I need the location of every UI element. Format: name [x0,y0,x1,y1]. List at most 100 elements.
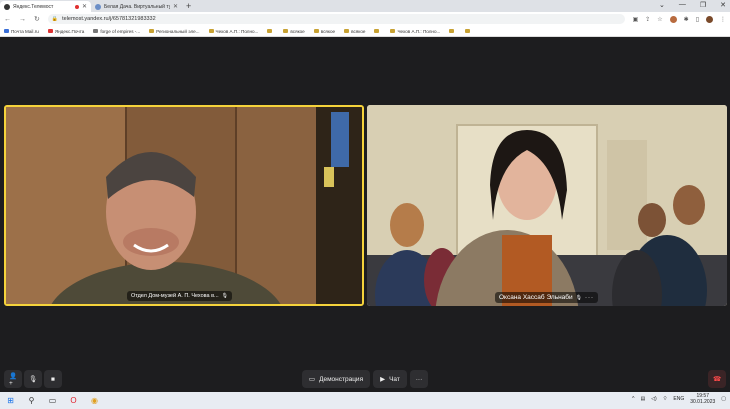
globe-favicon-icon [95,3,101,10]
participant-video-frame [367,105,727,306]
add-user-icon: 👤+ [8,372,18,387]
tab-telemost[interactable]: Яндекс.Телемост ✕ [0,1,91,12]
phone-hangup-icon: ☎ [712,376,722,383]
microphone-icon: 🎙 [221,293,228,299]
bookmark-item[interactable]: всякое [313,29,335,34]
language-indicator[interactable]: ENG [673,396,684,402]
chat-label: Чат [389,375,400,383]
forward-arrow-icon[interactable]: → [19,16,26,23]
mail-icon [4,29,9,33]
microphone-icon: 🎙 [575,294,582,301]
folder-icon [374,29,380,33]
bookmark-item[interactable] [449,29,456,33]
puzzle-icon[interactable]: ✱ [684,16,689,23]
clock[interactable]: 19:57 30.01.2023 [690,393,715,405]
folder-icon [344,29,350,33]
url-text: telemost.yandex.ru/j/65781321983332 [62,16,156,22]
opera-icon[interactable]: O [69,396,78,405]
hang-up-button[interactable]: ☎ [708,370,726,388]
participant-name-label: Оксана Хассаб Эльнаби 🎙 ··· [495,292,598,303]
folder-icon [208,29,214,33]
bookmark-item[interactable]: всякое [344,29,365,34]
bookmarks-bar: Почта Mail.ru Яндекс.Почта forge of empi… [0,26,730,37]
menu-kebab-icon[interactable]: ⋮ [720,16,726,23]
windows-start-icon[interactable]: ⊞ [6,396,15,405]
close-tab-icon[interactable]: ✕ [173,3,178,10]
folder-icon [283,29,289,33]
url-field[interactable]: 🔒 telemost.yandex.ru/j/65781321983332 [47,14,625,24]
notifications-icon[interactable]: ▢ [721,396,726,402]
telemost-favicon-icon [4,3,10,10]
system-tray: ^ ▤ ◁) ⌔ ENG 19:57 30.01.2023 ▢ [632,393,726,405]
new-tab-button[interactable]: + [186,1,191,12]
microphone-icon: 🎙 [28,376,38,383]
microphone-button[interactable]: 🎙 [24,370,42,388]
add-participant-button[interactable]: 👤+ [4,370,22,388]
game-icon [93,29,99,33]
call-controls: 👤+ 🎙 ■ ▭ Демонстрация ▶ Чат ··· ☎ [0,370,730,392]
folder-icon [390,29,396,33]
maximize-icon[interactable]: ❐ [700,1,706,9]
minimize-icon[interactable]: — [679,1,686,9]
bookmark-item[interactable] [374,29,381,33]
reload-icon[interactable]: ↻ [34,15,40,23]
chevron-up-icon[interactable]: ^ [632,396,634,402]
close-tab-icon[interactable]: ✕ [82,3,87,10]
participant-name-label: Отдел Дом-музей А. П. Чехова в... 🎙 [126,291,232,301]
more-options-button[interactable]: ··· [410,370,428,388]
participant-name: Отдел Дом-музей А. П. Чехова в... [130,293,219,299]
folder-icon [449,29,455,33]
camera-permission-icon[interactable]: ▣ [633,16,639,23]
screen-share-button[interactable]: ▭ Демонстрация [302,370,370,388]
tab-title: Яндекс.Телемост [13,3,54,10]
chrome-icon[interactable]: ◉ [90,396,99,405]
participant-tile-museum[interactable]: Отдел Дом-музей А. П. Чехова в... 🎙 [4,105,364,306]
participant-more-options-icon[interactable]: ··· [585,295,594,301]
bookmark-item[interactable]: всякое [283,29,305,34]
back-arrow-icon[interactable]: ← [4,16,11,23]
tab-title: Белая Дача. Виртуальный тур [104,3,170,10]
profile-avatar[interactable] [706,15,713,23]
address-bar: ← → ↻ 🔒 telemost.yandex.ru/j/65781321983… [0,12,730,26]
camera-button[interactable]: ■ [44,370,62,388]
network-icon[interactable]: ▤ [640,396,645,402]
chat-button[interactable]: ▶ Чат [373,370,407,388]
screen-share-icon: ▭ [308,376,316,383]
bookmark-item[interactable]: Чехов А.П.: Полно... [390,29,440,34]
yandex-mail-icon [47,29,53,33]
sidebar-icon[interactable]: ▯ [696,16,699,23]
bookmark-item[interactable]: Яндекс.Почта [47,29,84,34]
camera-icon: ■ [51,375,55,383]
window-controls: ⌄ — ❐ ✕ [659,1,726,9]
bookmark-item[interactable]: Чехов А.П.: Полно... [208,29,258,34]
task-view-icon[interactable]: ▭ [48,396,57,405]
bookmark-item[interactable]: forge of empires -... [93,29,140,34]
volume-icon[interactable]: ◁) [651,396,657,402]
browser-toolbar-icons: ▣ ⇪ ☆ ✱ ▯ ⋮ [633,15,726,23]
participant-video-frame [6,107,362,304]
share-icon[interactable]: ⇪ [645,16,650,23]
browser-tab-bar: Яндекс.Телемост ✕ Белая Дача. Виртуальны… [0,0,730,12]
recording-indicator-icon [74,4,79,9]
chevron-down-icon[interactable]: ⌄ [659,1,665,9]
bookmark-item[interactable] [465,29,472,33]
chat-icon: ▶ [380,376,386,383]
clock-date: 30.01.2023 [690,399,716,405]
tab-virtual-tour[interactable]: Белая Дача. Виртуальный тур ✕ [91,1,182,12]
wifi-icon[interactable]: ⌔ [663,396,668,402]
participant-tile-oksana[interactable]: Оксана Хассаб Эльнаби 🎙 ··· [367,105,727,306]
extension-icon[interactable] [669,15,677,23]
folder-icon [465,29,471,33]
call-stage: Отдел Дом-музей А. П. Чехова в... 🎙 Окса… [0,37,730,390]
close-window-icon[interactable]: ✕ [720,1,726,9]
folder-icon [267,29,273,33]
folder-icon [313,29,319,33]
bookmark-item[interactable]: Почта Mail.ru [4,29,39,34]
participant-name: Оксана Хассаб Эльнаби [499,294,573,301]
crown-icon [149,29,155,33]
bookmark-item[interactable] [267,29,274,33]
star-icon[interactable]: ☆ [657,16,662,23]
bookmark-item[interactable]: Региональный эле... [149,29,200,34]
more-options-icon: ··· [415,375,423,383]
search-icon[interactable]: ⚲ [27,396,36,405]
